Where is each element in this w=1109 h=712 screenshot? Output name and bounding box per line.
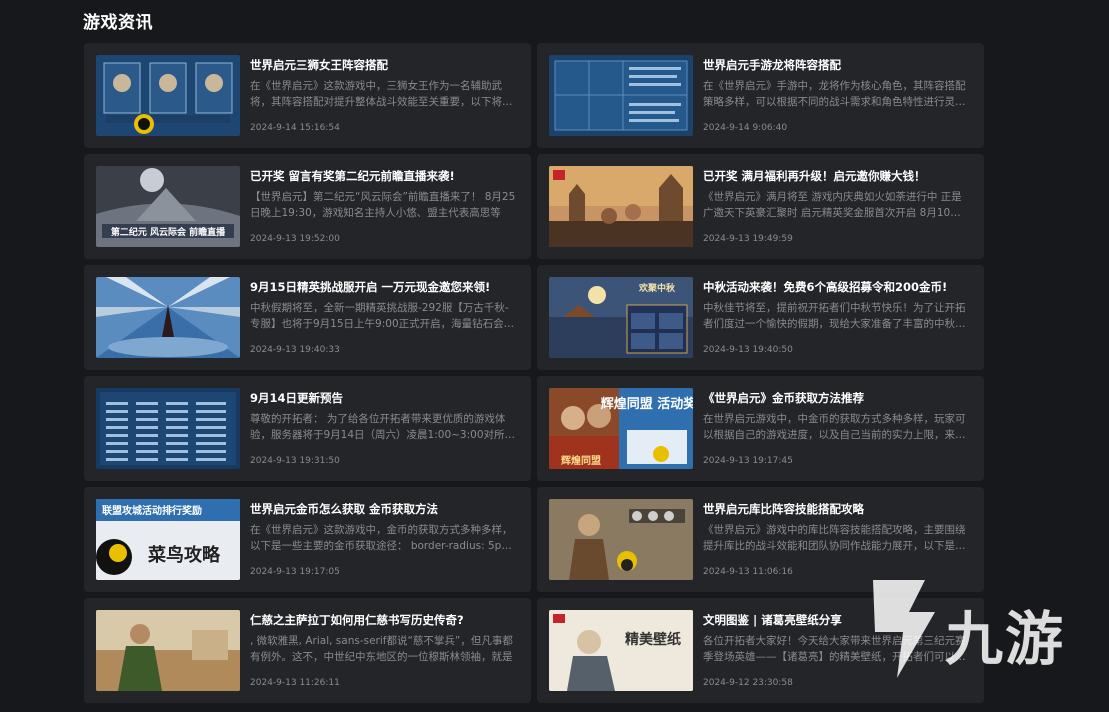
- article-summary: 中秋假期将至，全新一期精英挑战服-292服【万古千秋-专服】也将于9月15日上午…: [250, 302, 515, 330]
- article-title[interactable]: 9月15日精英挑战服开启 一万元现金邀您来领!: [250, 279, 519, 295]
- article-card[interactable]: 世界启元手游龙将阵容搭配在《世界启元》手游中，龙将作为核心角色，其阵容搭配策略多…: [537, 43, 984, 148]
- article-title[interactable]: 世界启元金币怎么获取 金币获取方法: [250, 501, 519, 517]
- article-thumbnail[interactable]: [549, 55, 693, 136]
- article-card[interactable]: 9月15日精英挑战服开启 一万元现金邀您来领! 中秋假期将至，全新一期精英挑战服-…: [84, 265, 531, 370]
- article-date: 2024-9-13 19:40:50: [703, 345, 793, 355]
- article-title[interactable]: 已开奖 留言有奖第二纪元前瞻直播来袭!: [250, 168, 519, 184]
- article-date: 2024-9-13 19:40:33: [250, 345, 340, 355]
- article-card[interactable]: 欢聚中秋 中秋活动来袭！免费6个高级招募令和200金币! 中秋佳节将至，提前祝开拓…: [537, 265, 984, 370]
- article-title[interactable]: 世界启元手游龙将阵容搭配: [703, 57, 972, 73]
- article-thumbnail[interactable]: 欢聚中秋: [549, 277, 693, 358]
- article-date: 2024-9-14 9:06:40: [703, 123, 788, 133]
- svg-text:菜鸟攻略: 菜鸟攻略: [147, 544, 221, 566]
- svg-text:第二纪元 风云际会 前瞻直播: 第二纪元 风云际会 前瞻直播: [111, 226, 226, 238]
- article-date: 2024-9-13 19:52:00: [250, 234, 340, 244]
- article-date: 2024-9-13 19:17:05: [250, 567, 340, 577]
- article-date: 2024-9-13 19:17:45: [703, 456, 793, 466]
- svg-text:精美壁纸: 精美壁纸: [625, 631, 681, 648]
- article-card[interactable]: 9月14日更新预告尊敬的开拓者： 为了给各位开拓者带来更优质的游戏体验，服务器将…: [84, 376, 531, 481]
- article-title[interactable]: 仁慈之主萨拉丁如何用仁慈书写历史传奇?: [250, 612, 519, 628]
- svg-text:辉煌同盟: 辉煌同盟: [561, 454, 601, 467]
- article-summary: , 微软雅黑, Arial, sans-serif都说“慈不掌兵”，但凡事都有例…: [250, 635, 513, 663]
- article-thumbnail[interactable]: 第二纪元 风云际会 前瞻直播: [96, 166, 240, 247]
- article-title[interactable]: 文明图鉴 | 诸葛亮壁纸分享: [703, 612, 972, 628]
- section-title: 游戏资讯: [83, 13, 153, 33]
- article-card[interactable]: 世界启元三狮女王阵容搭配在《世界启元》这款游戏中，三狮女王作为一名辅助武将，其阵…: [84, 43, 531, 148]
- article-summary: 在《世界启元》这款游戏中，金币的获取方式多种多样，以下是一些主要的金币获取途径：…: [250, 524, 513, 552]
- svg-text:辉煌同盟 活动奖励: 辉煌同盟 活动奖励: [601, 396, 693, 412]
- article-date: 2024-9-13 19:49:59: [703, 234, 793, 244]
- article-grid: 世界启元三狮女王阵容搭配在《世界启元》这款游戏中，三狮女王作为一名辅助武将，其阵…: [84, 43, 984, 703]
- article-thumbnail[interactable]: 辉煌同盟 活动奖励 辉煌同盟: [549, 388, 693, 469]
- article-summary: 在世界启元游戏中，中金币的获取方式多种多样，玩家可以根据自己的游戏进度，以及自己…: [703, 413, 966, 441]
- article-date: 2024-9-13 11:06:16: [703, 567, 793, 577]
- article-title[interactable]: 9月14日更新预告: [250, 390, 519, 406]
- article-date: 2024-9-13 11:26:11: [250, 678, 340, 688]
- article-date: 2024-9-13 19:31:50: [250, 456, 340, 466]
- article-title[interactable]: 已开奖 满月福利再升级！启元邀你赚大钱！: [703, 168, 972, 184]
- article-card[interactable]: 辉煌同盟 活动奖励 辉煌同盟 《世界启元》金币获取方法推荐在世界启元游戏中，中金…: [537, 376, 984, 481]
- article-card[interactable]: 仁慈之主萨拉丁如何用仁慈书写历史传奇? , 微软雅黑, Arial, sans-s…: [84, 598, 531, 703]
- article-thumbnail[interactable]: [96, 55, 240, 136]
- svg-text:欢聚中秋: 欢聚中秋: [638, 282, 676, 294]
- article-summary: 《世界启元》满月将至 游戏内庆典如火如荼进行中 正是广邀天下英豪汇聚时 启元精英…: [703, 191, 962, 219]
- article-summary: 在《世界启元》手游中，龙将作为核心角色，其阵容搭配策略多样，可以根据不同的战斗需…: [703, 80, 966, 108]
- article-thumbnail[interactable]: 联盟攻城活动排行奖励 菜鸟攻略: [96, 499, 240, 580]
- article-thumbnail[interactable]: [549, 166, 693, 247]
- article-summary: 尊敬的开拓者： 为了给各位开拓者带来更优质的游戏体验，服务器将于9月14日（周六…: [250, 413, 515, 441]
- article-thumbnail[interactable]: [96, 277, 240, 358]
- article-summary: 【世界启元】第二纪元“风云际会”前瞻直播来了！ 8月25日晚上19:30，游戏知…: [250, 191, 516, 219]
- article-title[interactable]: 《世界启元》金币获取方法推荐: [703, 390, 972, 406]
- article-date: 2024-9-14 15:16:54: [250, 123, 340, 133]
- article-card[interactable]: 联盟攻城活动排行奖励 菜鸟攻略 世界启元金币怎么获取 金币获取方法在《世界启元》…: [84, 487, 531, 592]
- article-summary: 各位开拓者大家好！今天给大家带来世界启元第三纪元赛季登场英雄——【诸葛亮】的精美…: [703, 635, 966, 663]
- article-summary: 《世界启元》游戏中的库比阵容技能搭配攻略，主要围绕提升库比的战斗效能和团队协同作…: [703, 524, 966, 552]
- article-title[interactable]: 世界启元库比阵容技能搭配攻略: [703, 501, 972, 517]
- article-thumbnail[interactable]: 精美壁纸: [549, 610, 693, 691]
- article-card[interactable]: 已开奖 满月福利再升级！启元邀你赚大钱！ 《世界启元》满月将至 游戏内庆典如火如荼…: [537, 154, 984, 259]
- article-card[interactable]: 世界启元库比阵容技能搭配攻略《世界启元》游戏中的库比阵容技能搭配攻略，主要围绕提…: [537, 487, 984, 592]
- article-thumbnail[interactable]: [96, 610, 240, 691]
- article-card[interactable]: 第二纪元 风云际会 前瞻直播 已开奖 留言有奖第二纪元前瞻直播来袭! 【世界启元】…: [84, 154, 531, 259]
- article-thumbnail[interactable]: [96, 388, 240, 469]
- article-card[interactable]: 精美壁纸 文明图鉴 | 诸葛亮壁纸分享各位开拓者大家好！今天给大家带来世界启元第…: [537, 598, 984, 703]
- news-page: 游戏资讯 世界启元三狮女王阵容搭配在《世界启元》这款游戏中，三狮女王作为一名辅助…: [0, 0, 1109, 712]
- article-title[interactable]: 世界启元三狮女王阵容搭配: [250, 57, 519, 73]
- article-thumbnail[interactable]: [549, 499, 693, 580]
- svg-text:联盟攻城活动排行奖励: 联盟攻城活动排行奖励: [102, 504, 202, 517]
- article-date: 2024-9-12 23:30:58: [703, 678, 793, 688]
- article-summary: 中秋佳节将至，提前祝开拓者们中秋节快乐！为了让开拓者们度过一个愉快的假期，现给大…: [703, 302, 966, 330]
- article-summary: 在《世界启元》这款游戏中，三狮女王作为一名辅助武将，其阵容搭配对提升整体战斗效能…: [250, 80, 513, 108]
- article-title[interactable]: 中秋活动来袭！免费6个高级招募令和200金币!: [703, 279, 972, 295]
